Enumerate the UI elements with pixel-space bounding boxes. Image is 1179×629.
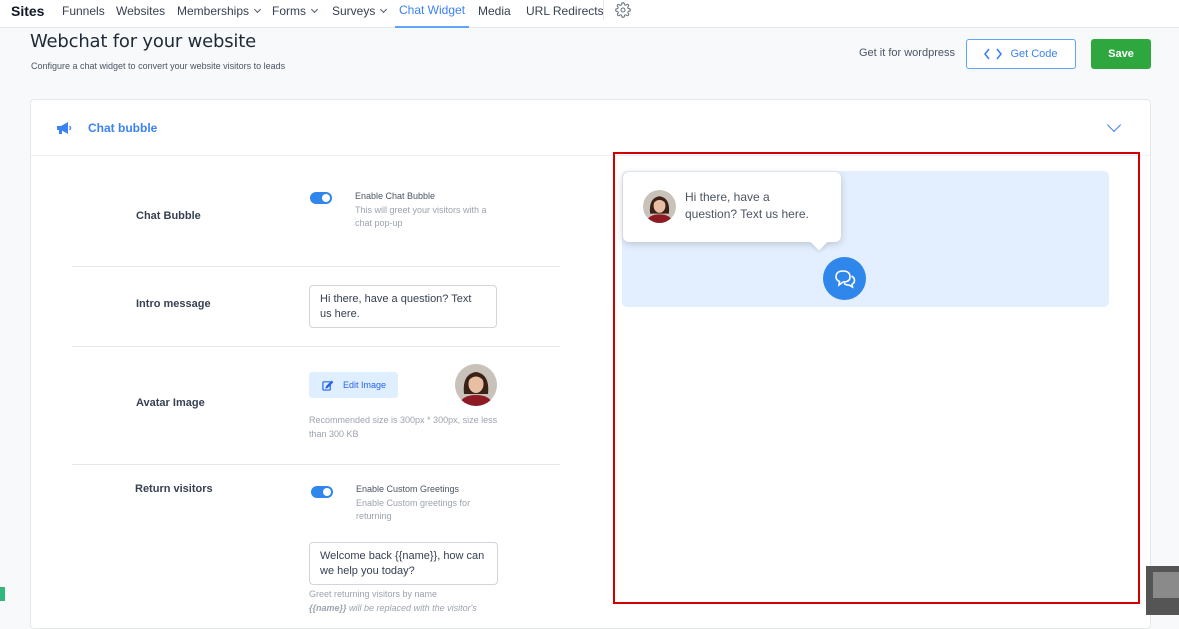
card-header[interactable]: Chat bubble: [31, 100, 1150, 156]
return-greeting-help: Greet returning visitors by name {{name}…: [309, 587, 509, 615]
nav-websites[interactable]: Websites: [116, 2, 165, 30]
return-greeting-help-line2: {{name}} will be replaced with the visit…: [309, 601, 509, 615]
nav-surveys[interactable]: Surveys: [332, 2, 388, 30]
get-code-label: Get Code: [1010, 48, 1058, 60]
return-greeting-input[interactable]: Welcome back {{name}}, how can we help y…: [309, 542, 498, 585]
name-placeholder-code: {{name}}: [309, 603, 347, 613]
avatar-image: [455, 364, 497, 406]
page-title: Webchat for your website: [30, 31, 256, 52]
return-visitors-toggle[interactable]: [311, 486, 333, 498]
avatar-image-label: Avatar Image: [136, 397, 205, 409]
return-visitors-toggle-desc: Enable Custom greetings for returning: [356, 498, 471, 521]
chevron-down-icon: [253, 5, 262, 14]
nav-memberships[interactable]: Memberships: [177, 2, 262, 30]
chevron-down-icon: [380, 5, 388, 14]
chevron-down-icon[interactable]: [1106, 117, 1122, 133]
return-visitors-toggle-title: Enable Custom Greetings: [356, 484, 460, 494]
edit-image-label: Edit Image: [343, 380, 387, 390]
nav-forms[interactable]: Forms: [272, 2, 319, 30]
nav-funnels[interactable]: Funnels: [62, 2, 105, 30]
nav-memberships-label: Memberships: [177, 4, 250, 18]
edit-image-button[interactable]: Edit Image: [309, 372, 398, 398]
chat-bubble-toggle-title: Enable Chat Bubble: [355, 191, 436, 201]
corner-widget-thumb: [1153, 572, 1179, 598]
intro-message-input[interactable]: Hi there, have a question? Text us here.: [309, 285, 497, 328]
chat-bubble-toggle-desc: This will greet your visitors with a cha…: [355, 205, 487, 228]
gear-icon[interactable]: [615, 2, 631, 18]
chat-bubble-toggle[interactable]: [310, 192, 332, 204]
brand-sites[interactable]: Sites: [11, 2, 44, 30]
return-greeting-help-rest: will be replaced with the visitor's: [346, 603, 477, 613]
return-visitors-label: Return visitors: [135, 483, 213, 495]
nav-divider: [603, 0, 604, 20]
preview-highlight-frame: [613, 152, 1140, 604]
avatar-help-text: Recommended size is 300px * 300px, size …: [309, 415, 498, 439]
edit-icon: [322, 380, 333, 391]
megaphone-icon: [57, 122, 72, 134]
top-navigation: Sites Funnels Websites Memberships Forms…: [0, 0, 1179, 28]
edge-tab[interactable]: [0, 587, 5, 601]
nav-media[interactable]: Media: [478, 2, 511, 30]
nav-url-redirects[interactable]: URL Redirects: [526, 2, 604, 30]
nav-forms-label: Forms: [272, 4, 306, 18]
chevron-down-icon: [310, 5, 319, 14]
nav-chat-widget[interactable]: Chat Widget: [395, 0, 470, 28]
section-title: Chat bubble: [88, 121, 158, 135]
row-divider: [72, 464, 560, 465]
intro-message-label: Intro message: [136, 298, 211, 310]
nav-surveys-label: Surveys: [332, 4, 376, 18]
get-code-button[interactable]: Get Code: [966, 39, 1076, 69]
page-subtitle: Configure a chat widget to convert your …: [31, 61, 286, 71]
row-divider: [72, 346, 560, 347]
wordpress-link[interactable]: Get it for wordpress: [859, 47, 955, 59]
save-button[interactable]: Save: [1091, 39, 1151, 69]
chat-bubble-label: Chat Bubble: [136, 210, 201, 222]
row-divider: [72, 266, 560, 267]
return-greeting-help-line1: Greet returning visitors by name: [309, 589, 438, 599]
code-icon: [984, 48, 1003, 60]
